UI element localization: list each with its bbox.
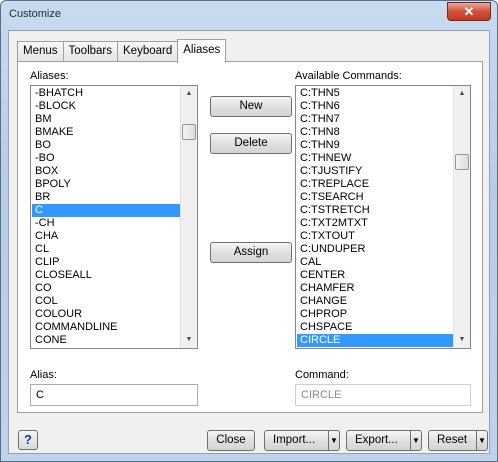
scroll-up-icon[interactable]: ▲ bbox=[454, 86, 470, 102]
available-commands-label: Available Commands: bbox=[295, 70, 402, 82]
command-list-item[interactable]: C:TSTRETCH bbox=[297, 204, 453, 217]
export-button[interactable]: Export... ▼ bbox=[346, 430, 422, 451]
alias-list-item[interactable]: CLIP bbox=[32, 256, 180, 269]
scroll-down-icon[interactable]: ▼ bbox=[454, 332, 470, 348]
scroll-up-icon[interactable]: ▲ bbox=[181, 86, 197, 102]
alias-list-item[interactable]: -CH bbox=[32, 217, 180, 230]
dialog-client: Menus Toolbars Keyboard Aliases Aliases:… bbox=[8, 30, 490, 454]
assign-button[interactable]: Assign bbox=[210, 242, 292, 263]
command-list-item[interactable]: C:THNEW bbox=[297, 152, 453, 165]
aliases-label: Aliases: bbox=[30, 70, 69, 82]
alias-list-item[interactable]: BMAKE bbox=[32, 126, 180, 139]
command-list-item[interactable]: C:UNDUPER bbox=[297, 243, 453, 256]
command-list-item[interactable]: CHSPACE bbox=[297, 321, 453, 334]
command-list-item[interactable]: CENTER bbox=[297, 269, 453, 282]
new-button[interactable]: New bbox=[210, 96, 292, 117]
reset-label: Reset bbox=[437, 434, 468, 446]
title-bar[interactable]: Customize ✕ bbox=[1, 1, 497, 29]
command-list-item[interactable]: C:THN7 bbox=[297, 113, 453, 126]
command-list-item[interactable]: C:TSEARCH bbox=[297, 191, 453, 204]
alias-list-item[interactable]: BPOLY bbox=[32, 178, 180, 191]
command-list-item[interactable]: CHPROP bbox=[297, 308, 453, 321]
command-input: CIRCLE bbox=[295, 384, 471, 406]
tab-keyboard[interactable]: Keyboard bbox=[117, 41, 179, 62]
command-list-item[interactable]: C:THN5 bbox=[297, 87, 453, 100]
alias-list-item[interactable]: CHA bbox=[32, 230, 180, 243]
available-commands-list[interactable]: C:THN5 C:THN6 C:THN7 C:THN8 C:THN9 C:THNEW C:T… bbox=[295, 85, 471, 349]
import-button[interactable]: Import... ▼ bbox=[264, 430, 340, 451]
import-label: Import... bbox=[273, 434, 316, 446]
window-title: Customize bbox=[9, 8, 61, 20]
alias-list-item[interactable]: COL bbox=[32, 295, 180, 308]
command-list-item[interactable]: C:THN9 bbox=[297, 139, 453, 152]
alias-list-item[interactable]: CO bbox=[32, 282, 180, 295]
alias-label: Alias: bbox=[30, 369, 57, 381]
commands-scrollbar[interactable]: ▲ ▼ bbox=[453, 86, 470, 348]
close-icon: ✕ bbox=[463, 4, 475, 19]
tab-menus[interactable]: Menus bbox=[17, 41, 64, 62]
command-list-item[interactable]: C:TREPLACE bbox=[297, 178, 453, 191]
command-list-item[interactable]: CHANGE bbox=[297, 295, 453, 308]
scroll-thumb[interactable] bbox=[182, 124, 196, 140]
command-list-item[interactable]: CAL bbox=[297, 256, 453, 269]
customize-dialog: Customize ✕ Menus Toolbars Keyboard Alia… bbox=[0, 0, 498, 462]
aliases-scrollbar[interactable]: ▲ ▼ bbox=[180, 86, 197, 348]
command-list-item[interactable]: C:THN6 bbox=[297, 100, 453, 113]
tab-toolbars[interactable]: Toolbars bbox=[62, 41, 118, 62]
close-button[interactable]: Close bbox=[207, 430, 255, 451]
alias-list-item[interactable]: CONE bbox=[32, 334, 180, 347]
command-list-item[interactable]: C:THN8 bbox=[297, 126, 453, 139]
command-label: Command: bbox=[295, 369, 349, 381]
alias-list-item[interactable]: CLOSEALL bbox=[32, 269, 180, 282]
alias-list-item[interactable]: BM bbox=[32, 113, 180, 126]
command-list-item[interactable]: C:TJUSTIFY bbox=[297, 165, 453, 178]
tab-strip: Menus Toolbars Keyboard Aliases bbox=[17, 39, 227, 63]
alias-list-item[interactable]: BOX bbox=[32, 165, 180, 178]
delete-button[interactable]: Delete bbox=[210, 133, 292, 154]
chevron-down-icon[interactable]: ▼ bbox=[328, 431, 339, 450]
alias-list-item[interactable]: COLOUR bbox=[32, 308, 180, 321]
tab-aliases[interactable]: Aliases bbox=[177, 39, 227, 63]
scroll-down-icon[interactable]: ▼ bbox=[181, 332, 197, 348]
close-window-button[interactable]: ✕ bbox=[447, 2, 491, 21]
alias-list-item[interactable]: C bbox=[32, 204, 180, 217]
chevron-down-icon[interactable]: ▼ bbox=[410, 431, 421, 450]
alias-list-item[interactable]: -BO bbox=[32, 152, 180, 165]
aliases-list-items: -BHATCH -BLOCK BM BMAKE BO -BO BOX BPOLY BR C -CH C… bbox=[32, 87, 180, 347]
command-list-item[interactable]: C:TXTOUT bbox=[297, 230, 453, 243]
alias-input[interactable]: C bbox=[30, 384, 198, 406]
alias-list-item[interactable]: COMMANDLINE bbox=[32, 321, 180, 334]
alias-list-item[interactable]: -BLOCK bbox=[32, 100, 180, 113]
alias-list-item[interactable]: BO bbox=[32, 139, 180, 152]
aliases-list[interactable]: -BHATCH -BLOCK BM BMAKE BO -BO BOX BPOLY BR C -CH C… bbox=[30, 85, 198, 349]
command-list-item[interactable]: C:TXT2MTXT bbox=[297, 217, 453, 230]
scroll-thumb[interactable] bbox=[455, 154, 469, 170]
commands-list-items: C:THN5 C:THN6 C:THN7 C:THN8 C:THN9 C:THNEW C:T… bbox=[297, 87, 453, 347]
aliases-panel: Aliases: -BHATCH -BLOCK BM BMAKE BO -BO BOX BPO… bbox=[17, 61, 483, 413]
resize-grip-icon[interactable]: ⋰ bbox=[477, 441, 487, 451]
alias-list-item[interactable]: CL bbox=[32, 243, 180, 256]
help-button[interactable]: ? bbox=[18, 430, 38, 450]
export-label: Export... bbox=[355, 434, 398, 446]
command-list-item[interactable]: CIRCLE bbox=[297, 334, 453, 347]
command-list-item[interactable]: CHAMFER bbox=[297, 282, 453, 295]
alias-list-item[interactable]: BR bbox=[32, 191, 180, 204]
alias-list-item[interactable]: -BHATCH bbox=[32, 87, 180, 100]
